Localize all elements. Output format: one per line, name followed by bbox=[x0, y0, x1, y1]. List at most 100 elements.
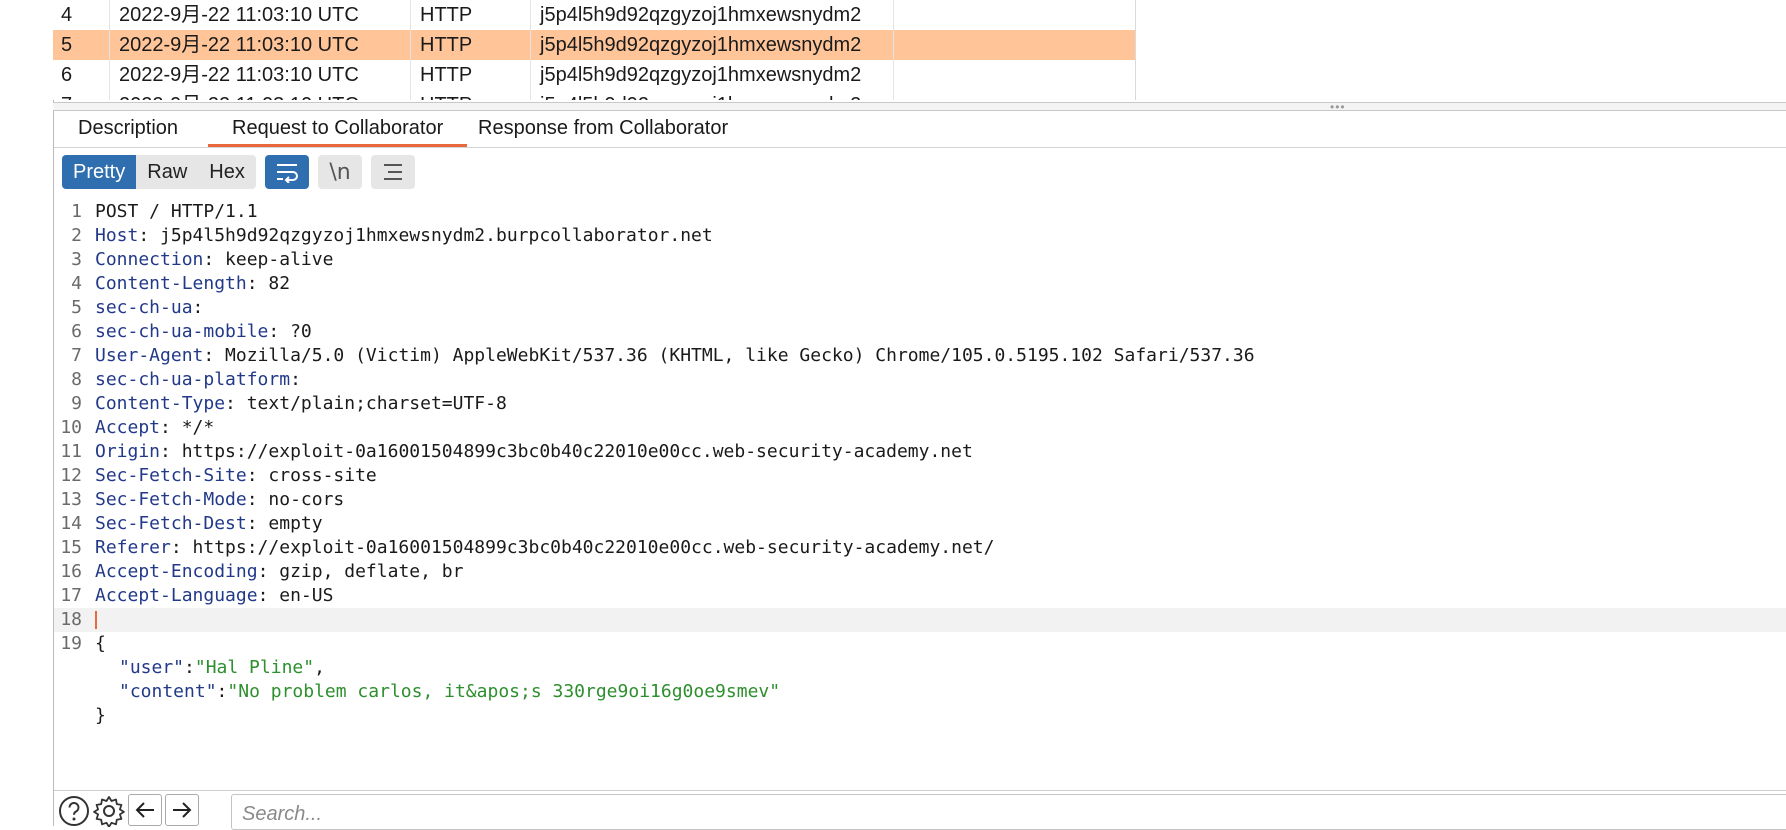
header-name: sec-ch-ua bbox=[95, 297, 193, 318]
header-name: Origin bbox=[95, 441, 161, 462]
code-line: 13 Sec-Fetch-Mode: no-cors bbox=[54, 488, 1786, 512]
line-number: 8 bbox=[71, 369, 82, 390]
code-line: 15 Referer: https://exploit-0a16001504899… bbox=[54, 536, 1786, 560]
table-row[interactable]: 7 2022-9月-22 11:03:10 UTC HTTP j5p4l5h9d… bbox=[53, 90, 1135, 100]
header-name: Content-Type bbox=[95, 393, 226, 414]
code-line: 14 Sec-Fetch-Dest: empty bbox=[54, 512, 1786, 536]
search-bar bbox=[54, 790, 1786, 830]
code-line: 19 { bbox=[54, 632, 1786, 656]
header-value: : bbox=[290, 369, 301, 390]
header-name: Referer bbox=[95, 537, 171, 558]
row-type: HTTP bbox=[420, 4, 473, 26]
code-line: 2 Host: j5p4l5h9d92qzgyzoj1hmxewsnydm2.bu… bbox=[54, 224, 1786, 248]
header-value: : no-cors bbox=[246, 489, 345, 510]
row-type: HTTP bbox=[420, 64, 473, 86]
header-name: Sec-Fetch-Dest bbox=[95, 513, 247, 534]
hex-button[interactable]: Hex bbox=[198, 155, 256, 189]
header-name: Sec-Fetch-Mode bbox=[95, 489, 247, 510]
json-string: "No problem carlos, it&apos;s 330rge9oi1… bbox=[227, 681, 781, 702]
raw-button[interactable]: Raw bbox=[136, 155, 198, 189]
code-line: 17 Accept-Language: en-US bbox=[54, 584, 1786, 608]
line-number: 10 bbox=[60, 417, 82, 438]
line-number: 19 bbox=[60, 633, 82, 654]
json-colon: : bbox=[216, 681, 228, 702]
request-line: POST / HTTP/1.1 bbox=[95, 201, 258, 222]
line-number: 2 bbox=[71, 225, 82, 246]
tab-response-from-collaborator[interactable]: Response from Collaborator bbox=[454, 111, 752, 147]
previous-match-button[interactable] bbox=[128, 794, 162, 826]
code-line: "user":"Hal Pline", bbox=[54, 656, 1786, 680]
row-type: HTTP bbox=[420, 34, 473, 56]
row-type: HTTP bbox=[420, 90, 472, 100]
code-line: 10 Accept: */* bbox=[54, 416, 1786, 440]
help-button[interactable] bbox=[56, 794, 92, 828]
view-mode-switch: Pretty Raw Hex bbox=[62, 155, 256, 189]
line-number: 3 bbox=[71, 249, 82, 270]
help-icon bbox=[59, 796, 89, 826]
line-number: 18 bbox=[60, 609, 82, 630]
settings-button[interactable] bbox=[91, 794, 127, 828]
header-value: : ?0 bbox=[268, 321, 312, 342]
line-number: 9 bbox=[71, 393, 82, 414]
json-colon: : bbox=[184, 657, 195, 678]
wrap-lines-button[interactable] bbox=[265, 155, 309, 189]
row-payload: j5p4l5h9d92qzgyzoj1hmxewsnydm2 bbox=[540, 64, 862, 86]
json-string: "Hal Pline" bbox=[194, 657, 315, 678]
header-value: : bbox=[192, 297, 204, 318]
header-value: : cross-site bbox=[246, 465, 377, 486]
code-line: 5 sec-ch-ua: bbox=[54, 296, 1786, 320]
request-editor[interactable]: 1 POST / HTTP/1.1 2 Host: j5p4l5h9d92qzgyz… bbox=[54, 200, 1786, 785]
table-row-selected[interactable]: 5 2022-9月-22 11:03:10 UTC HTTP j5p4l5h9d… bbox=[53, 30, 1135, 60]
gear-icon bbox=[93, 796, 125, 827]
line-number: 5 bbox=[71, 297, 82, 318]
wrap-lines-icon bbox=[277, 164, 298, 183]
interactions-table: 4 2022-9月-22 11:03:10 UTC HTTP j5p4l5h9d… bbox=[53, 0, 1136, 100]
header-name: Sec-Fetch-Site bbox=[95, 465, 247, 486]
table-row[interactable]: 4 2022-9月-22 11:03:10 UTC HTTP j5p4l5h9d… bbox=[53, 0, 1135, 30]
hamburger-menu-icon bbox=[384, 164, 402, 180]
code-line: 3 Connection: keep-alive bbox=[54, 248, 1786, 272]
code-line: } bbox=[54, 704, 1786, 728]
row-number: 4 bbox=[61, 4, 73, 26]
line-number: 6 bbox=[71, 321, 82, 342]
header-value: : 82 bbox=[246, 273, 291, 294]
line-number: 7 bbox=[71, 345, 82, 366]
code-line: 7 User-Agent: Mozilla/5.0 (Victim) AppleW… bbox=[54, 344, 1786, 368]
row-time: 2022-9月-22 11:03:10 UTC bbox=[119, 4, 359, 26]
next-match-button[interactable] bbox=[165, 794, 199, 826]
row-number: 6 bbox=[61, 64, 73, 86]
header-name: sec-ch-ua-platform bbox=[95, 369, 291, 390]
header-name: Host bbox=[95, 225, 139, 246]
row-time: 2022-9月-22 11:03:10 UTC bbox=[119, 64, 359, 86]
row-time: 2022-9月-22 11:03:10 UTC bbox=[119, 90, 359, 100]
row-number: 5 bbox=[61, 34, 73, 56]
text-caret bbox=[95, 611, 97, 629]
row-payload: j5p4l5h9d92qzgyzoj1hmxewsnydm2 bbox=[540, 4, 862, 26]
column-divider bbox=[410, 0, 411, 100]
pretty-button[interactable]: Pretty bbox=[62, 155, 137, 189]
message-tabs: Description Request to Collaborator Resp… bbox=[54, 111, 1786, 148]
header-value: : en-US bbox=[257, 585, 334, 606]
splitter-grip-icon[interactable]: ••• bbox=[1330, 101, 1346, 113]
row-payload: j5p4l5h9d92qzgyzoj1hmxewsnydm2 bbox=[540, 90, 861, 100]
newline-icon: \n bbox=[329, 159, 351, 185]
tab-description[interactable]: Description bbox=[54, 111, 202, 147]
header-name: Accept bbox=[95, 417, 161, 438]
row-time: 2022-9月-22 11:03:10 UTC bbox=[119, 34, 359, 56]
arrow-right-icon bbox=[173, 802, 192, 818]
header-name: Accept-Language bbox=[95, 585, 258, 606]
line-number: 13 bbox=[60, 489, 82, 510]
column-divider bbox=[530, 0, 531, 100]
pane-splitter[interactable]: ••• bbox=[53, 101, 1786, 113]
header-name: User-Agent bbox=[95, 345, 204, 366]
header-name: Accept-Encoding bbox=[95, 561, 258, 582]
tab-request-to-collaborator[interactable]: Request to Collaborator bbox=[208, 111, 468, 147]
show-newlines-button[interactable]: \n bbox=[318, 155, 362, 189]
table-row[interactable]: 6 2022-9月-22 11:03:10 UTC HTTP j5p4l5h9d… bbox=[53, 60, 1135, 90]
search-input[interactable] bbox=[231, 794, 1786, 830]
options-menu-button[interactable] bbox=[371, 155, 415, 189]
header-value: : text/plain;charset=UTF-8 bbox=[225, 393, 507, 414]
json-key: "content" bbox=[119, 681, 217, 702]
code-line: "content":"No problem carlos, it&apos;s … bbox=[54, 680, 1786, 704]
code-line: 4 Content-Length: 82 bbox=[54, 272, 1786, 296]
